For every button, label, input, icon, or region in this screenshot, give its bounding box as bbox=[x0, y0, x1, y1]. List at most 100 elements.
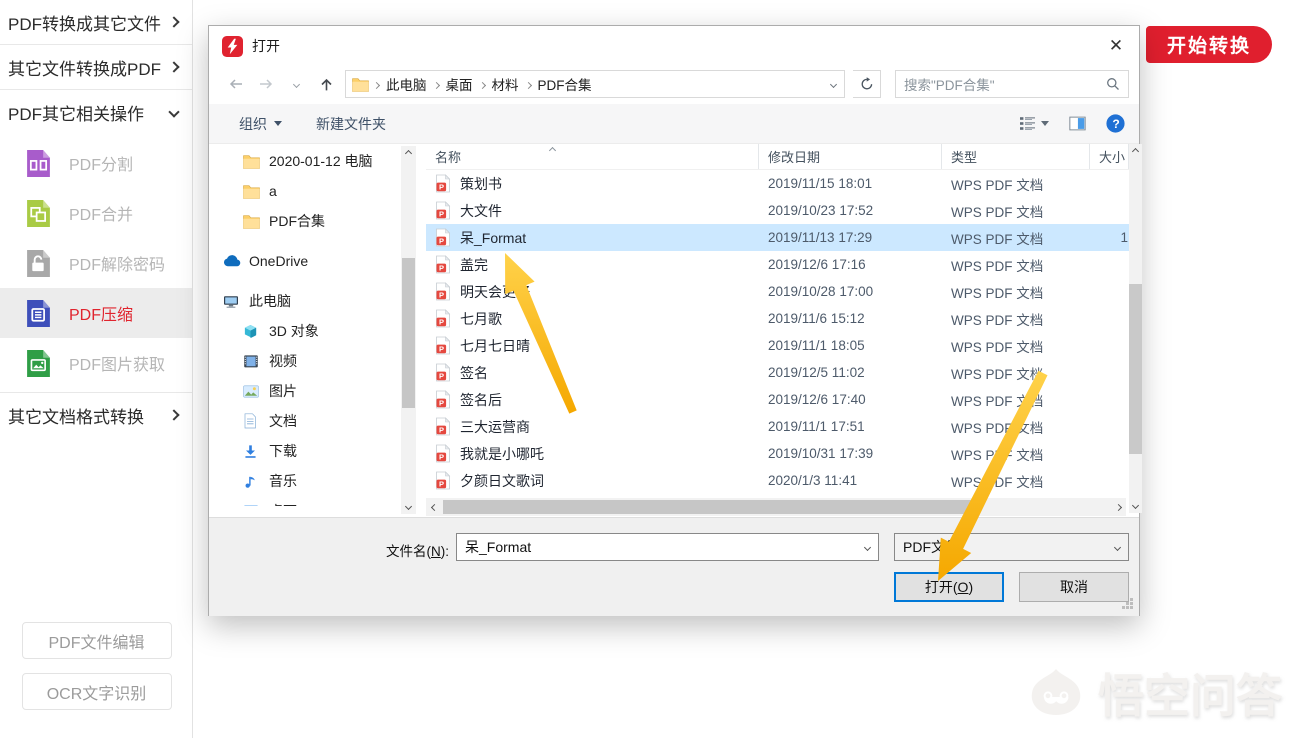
file-row-11[interactable]: P夕颜日文歌词2020/1/3 11:41WPS PDF 文档 bbox=[426, 467, 1129, 494]
close-icon[interactable]: ✕ bbox=[1103, 33, 1129, 59]
column-header-3[interactable]: 大小 bbox=[1090, 144, 1129, 169]
filename-input[interactable]: 呆_Format bbox=[456, 533, 879, 561]
dialog-content: 2020-01-12 电脑aPDF合集 OneDrive 此电脑3D 对象视频图片文… bbox=[209, 144, 1139, 517]
tree-item-4[interactable]: 此电脑 bbox=[215, 286, 401, 316]
tree-item-7[interactable]: 图片 bbox=[215, 376, 401, 406]
music-icon bbox=[243, 474, 260, 489]
file-name: 明天会更好 bbox=[460, 282, 530, 302]
list-vertical-scrollbar[interactable] bbox=[1129, 144, 1142, 513]
forward-icon[interactable] bbox=[255, 77, 277, 91]
address-bar[interactable]: 此电脑桌面材料 PDF合集 bbox=[345, 70, 845, 98]
scroll-left-icon[interactable] bbox=[426, 498, 442, 516]
file-row-7[interactable]: P签名2019/12/5 11:02WPS PDF 文档 bbox=[426, 359, 1129, 386]
column-header-1[interactable]: 修改日期 bbox=[759, 144, 942, 169]
sidebar-section-pdf-other-ops[interactable]: PDF其它相关操作 bbox=[0, 90, 192, 134]
search-input[interactable]: 搜索"PDF合集" bbox=[895, 70, 1129, 98]
tree-item-2[interactable]: PDF合集 bbox=[215, 206, 401, 236]
scrollbar-thumb[interactable] bbox=[402, 258, 415, 408]
preview-pane-button[interactable] bbox=[1069, 116, 1086, 131]
sidebar-section-other-to-pdf[interactable]: 其它文件转换成PDF bbox=[0, 45, 192, 89]
scrollbar-thumb[interactable] bbox=[1129, 284, 1142, 454]
resize-grip-icon[interactable] bbox=[1130, 598, 1133, 601]
cancel-button[interactable]: 取消 bbox=[1019, 572, 1129, 602]
file-row-0[interactable]: P策划书2019/11/15 18:01WPS PDF 文档 bbox=[426, 170, 1129, 197]
file-date: 2019/12/6 17:40 bbox=[759, 392, 942, 407]
wukong-logo-icon bbox=[1024, 665, 1088, 721]
breadcrumb-item-3[interactable]: PDF合集 bbox=[532, 74, 598, 94]
start-convert-button[interactable]: 开始转换 bbox=[1146, 26, 1272, 63]
watermark-text: 悟空问答 bbox=[1098, 660, 1282, 726]
organize-menu[interactable]: 组织 bbox=[239, 114, 282, 134]
sidebar-section-other-doc-convert[interactable]: 其它文档格式转换 bbox=[0, 393, 192, 437]
pdf-file-icon: P bbox=[435, 444, 451, 463]
breadcrumb-item-2[interactable]: 材料 bbox=[486, 74, 525, 94]
chevron-right-icon bbox=[168, 409, 179, 420]
scroll-up-icon[interactable] bbox=[1129, 144, 1142, 159]
scroll-up-icon[interactable] bbox=[401, 146, 416, 161]
file-row-10[interactable]: P我就是小哪吒2019/10/31 17:39WPS PDF 文档 bbox=[426, 440, 1129, 467]
svg-text:P: P bbox=[439, 237, 444, 246]
tree-item-11[interactable]: 桌面 bbox=[215, 496, 401, 506]
sidebar-tool-1[interactable]: PDF合并 bbox=[0, 188, 192, 238]
pdf-edit-button[interactable]: PDF文件编辑 bbox=[22, 622, 172, 659]
pdf-file-icon: P bbox=[435, 390, 451, 409]
tree-item-8[interactable]: 文档 bbox=[215, 406, 401, 436]
file-name: 我就是小哪吒 bbox=[460, 444, 544, 464]
file-row-3[interactable]: P盖完2019/12/6 17:16WPS PDF 文档 bbox=[426, 251, 1129, 278]
file-row-2[interactable]: P呆_Format2019/11/13 17:29WPS PDF 文档1 bbox=[426, 224, 1129, 251]
pdf-file-icon: P bbox=[435, 228, 451, 247]
file-row-6[interactable]: P七月七日晴2019/11/1 18:05WPS PDF 文档 bbox=[426, 332, 1129, 359]
breadcrumb-item-0[interactable]: 此电脑 bbox=[380, 74, 433, 94]
search-placeholder: 搜索"PDF合集" bbox=[904, 74, 1106, 94]
filename-value: 呆_Format bbox=[465, 537, 531, 557]
sidebar-tool-4[interactable]: PDF图片获取 bbox=[0, 338, 192, 388]
open-button[interactable]: 打开(O) bbox=[894, 572, 1004, 602]
pdf-file-icon: P bbox=[435, 174, 451, 193]
scrollbar-thumb[interactable] bbox=[443, 500, 976, 514]
svg-text:P: P bbox=[439, 291, 444, 300]
refresh-icon[interactable] bbox=[853, 70, 881, 98]
sidebar-tool-0[interactable]: PDF分割 bbox=[0, 138, 192, 188]
file-row-9[interactable]: P三大运营商2019/11/1 17:51WPS PDF 文档 bbox=[426, 413, 1129, 440]
pdf-file-icon: P bbox=[435, 363, 451, 382]
tree-item-10[interactable]: 音乐 bbox=[215, 466, 401, 496]
file-row-4[interactable]: P明天会更好2019/10/28 17:00WPS PDF 文档 bbox=[426, 278, 1129, 305]
scroll-down-icon[interactable] bbox=[401, 499, 416, 514]
sidebar-tool-2[interactable]: PDF解除密码 bbox=[0, 238, 192, 288]
up-icon[interactable] bbox=[315, 77, 337, 92]
column-header-0[interactable]: 名称 bbox=[426, 144, 759, 169]
address-dropdown-chevron-icon[interactable] bbox=[831, 82, 840, 87]
scroll-right-icon[interactable] bbox=[1110, 498, 1126, 516]
back-icon[interactable] bbox=[225, 77, 247, 91]
sidebar-section-pdf-to-other[interactable]: PDF转换成其它文件 bbox=[0, 0, 192, 44]
dialog-titlebar[interactable]: 打开 ✕ bbox=[209, 26, 1139, 66]
tree-item-1[interactable]: a bbox=[215, 176, 401, 206]
tree-item-3[interactable]: OneDrive bbox=[215, 246, 401, 276]
tree-item-6[interactable]: 视频 bbox=[215, 346, 401, 376]
folder-icon bbox=[243, 184, 260, 199]
file-row-5[interactable]: P七月歌2019/11/6 15:12WPS PDF 文档 bbox=[426, 305, 1129, 332]
file-row-8[interactable]: P签名后2019/12/6 17:40WPS PDF 文档 bbox=[426, 386, 1129, 413]
tree-item-label: 音乐 bbox=[269, 471, 297, 491]
help-icon[interactable]: ? bbox=[1106, 114, 1125, 133]
new-folder-button[interactable]: 新建文件夹 bbox=[316, 114, 386, 134]
recent-locations-chevron-icon[interactable] bbox=[285, 82, 307, 87]
list-horizontal-scrollbar[interactable] bbox=[426, 498, 1126, 516]
filetype-select[interactable]: PDF文件 bbox=[894, 533, 1129, 561]
tree-item-9[interactable]: 下载 bbox=[215, 436, 401, 466]
view-options-button[interactable] bbox=[1019, 116, 1049, 131]
tree-item-5[interactable]: 3D 对象 bbox=[215, 316, 401, 346]
file-name: 七月歌 bbox=[460, 309, 502, 329]
column-header-2[interactable]: 类型 bbox=[942, 144, 1090, 169]
tree-scrollbar[interactable] bbox=[401, 146, 416, 514]
breadcrumb-item-1[interactable]: 桌面 bbox=[440, 74, 479, 94]
tree-item-0[interactable]: 2020-01-12 电脑 bbox=[215, 146, 401, 176]
file-row-1[interactable]: P大文件2019/10/23 17:52WPS PDF 文档 bbox=[426, 197, 1129, 224]
tree-item-label: 桌面 bbox=[269, 501, 297, 506]
ocr-button[interactable]: OCR文字识别 bbox=[22, 673, 172, 710]
pdf-split-icon bbox=[26, 149, 51, 178]
scroll-down-icon[interactable] bbox=[1129, 498, 1142, 513]
svg-text:P: P bbox=[439, 264, 444, 273]
sidebar-tool-3[interactable]: PDF压缩 bbox=[0, 288, 192, 338]
file-date: 2019/10/31 17:39 bbox=[759, 446, 942, 461]
